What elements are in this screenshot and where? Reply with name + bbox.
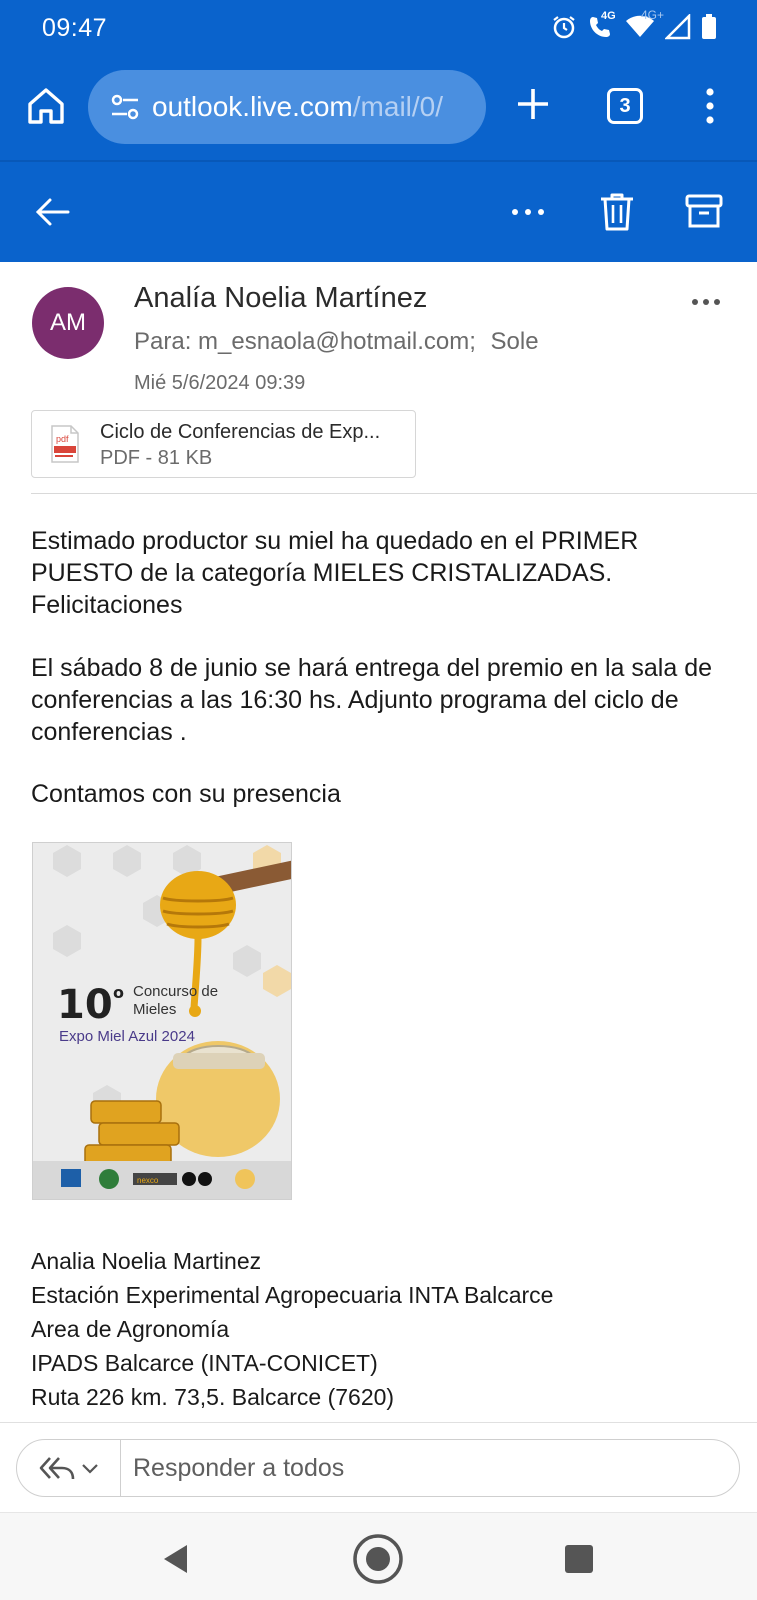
alarm-icon bbox=[551, 14, 577, 40]
plus-icon bbox=[518, 89, 548, 119]
signature-line: Analia Noelia Martinez bbox=[31, 1248, 262, 1274]
network-label-4g: 4G bbox=[601, 10, 616, 22]
trash-icon bbox=[601, 193, 633, 231]
body-paragraph-3: Contamos con su presencia bbox=[31, 780, 341, 808]
status-time: 09:47 bbox=[42, 14, 108, 42]
attachment-card[interactable]: pdf Ciclo de Conferencias de Exp... PDF … bbox=[31, 410, 416, 478]
back-button[interactable] bbox=[28, 188, 76, 236]
attachment-meta: PDF - 81 KB bbox=[100, 447, 213, 469]
poster-number: 10 bbox=[57, 982, 113, 1028]
attachment-name: Ciclo de Conferencias de Exp... bbox=[100, 421, 381, 443]
svg-text:pdf: pdf bbox=[56, 434, 69, 444]
status-icons: 4G 4G+ bbox=[551, 8, 717, 40]
home-button[interactable] bbox=[24, 84, 68, 128]
archive-icon bbox=[685, 194, 723, 228]
reply-bar bbox=[0, 1422, 757, 1512]
poster-line-2: Mieles bbox=[133, 1001, 176, 1018]
square-recents-icon bbox=[565, 1545, 593, 1573]
recipients[interactable]: Para: m_esnaola@hotmail.com; Sole bbox=[134, 328, 539, 356]
home-icon bbox=[28, 88, 64, 124]
arrow-left-icon bbox=[35, 198, 70, 226]
message-more-button[interactable] bbox=[688, 287, 724, 317]
poster-line-1: Concurso de bbox=[133, 983, 218, 1000]
sender-name[interactable]: Analía Noelia Martínez bbox=[134, 282, 427, 315]
body-paragraph-2: El sábado 8 de junio se hará entrega del… bbox=[31, 654, 713, 746]
mail-toolbar bbox=[0, 162, 757, 262]
signature-line: Area de Agronomía bbox=[31, 1316, 230, 1342]
message-date: Mié 5/6/2024 09:39 bbox=[134, 372, 306, 394]
url-path: /mail/0/ bbox=[352, 91, 444, 122]
archive-button[interactable] bbox=[680, 188, 728, 236]
system-navigation-bar bbox=[0, 1512, 757, 1600]
more-vertical-icon bbox=[706, 88, 714, 124]
email-signature: Analia Noelia Martinez Estación Experime… bbox=[31, 1244, 553, 1414]
status-bar: 09:47 4G 4G+ bbox=[0, 0, 757, 58]
wifi-calling-icon: 4G bbox=[587, 10, 616, 40]
contest-poster-image[interactable]: 10 o Concurso de Mieles Expo Miel Azul 2… bbox=[32, 842, 292, 1200]
triangle-back-icon bbox=[164, 1545, 187, 1573]
recipient-1: m_esnaola@hotmail.com; bbox=[198, 328, 476, 355]
battery-icon bbox=[701, 14, 717, 40]
reply-all-icon bbox=[39, 1457, 74, 1480]
url-text: outlook.live.com/mail/0/ bbox=[152, 91, 443, 123]
browser-address-bar: outlook.live.com/mail/0/ 3 bbox=[0, 58, 757, 160]
poster-artwork: 10 o Concurso de Mieles Expo Miel Azul 2… bbox=[33, 843, 291, 1199]
tab-count: 3 bbox=[619, 94, 631, 117]
avatar-initials: AM bbox=[50, 309, 86, 336]
network-label-4g-plus: 4G+ bbox=[641, 8, 665, 22]
chevron-down-icon bbox=[81, 1464, 98, 1474]
reply-mode-selector[interactable] bbox=[17, 1440, 121, 1496]
poster-line-3: Expo Miel Azul 2024 bbox=[59, 1028, 195, 1045]
poster-logo-2: nexco bbox=[137, 1176, 159, 1185]
to-label: Para: bbox=[134, 328, 192, 355]
url-host: outlook.live.com bbox=[152, 91, 353, 122]
nav-recents-button[interactable] bbox=[553, 1533, 605, 1585]
recipient-2: Sole bbox=[490, 328, 539, 355]
signature-line: Estación Experimental Agropecuaria INTA … bbox=[31, 1282, 554, 1308]
reply-input[interactable] bbox=[133, 1440, 723, 1496]
nav-back-button[interactable] bbox=[150, 1533, 202, 1585]
signal-icon: 4G+ bbox=[641, 8, 691, 40]
circle-home-icon bbox=[353, 1534, 403, 1584]
delete-button[interactable] bbox=[593, 188, 641, 236]
new-tab-button[interactable] bbox=[513, 84, 553, 124]
tab-switcher-button[interactable]: 3 bbox=[607, 88, 643, 124]
more-horizontal-icon bbox=[692, 299, 720, 305]
avatar[interactable]: AM bbox=[32, 287, 104, 359]
url-field[interactable]: outlook.live.com/mail/0/ bbox=[88, 70, 486, 144]
reply-box bbox=[16, 1439, 740, 1497]
signature-line: Ruta 226 km. 73,5. Balcarce (7620) bbox=[31, 1384, 395, 1410]
browser-menu-button[interactable] bbox=[700, 86, 720, 126]
body-paragraph-1: Estimado productor su miel ha quedado en… bbox=[31, 527, 639, 619]
header-separator bbox=[31, 493, 757, 494]
more-actions-button[interactable] bbox=[504, 188, 552, 236]
signature-line: IPADS Balcarce (INTA-CONICET) bbox=[31, 1350, 378, 1376]
tune-icon[interactable] bbox=[110, 93, 140, 121]
more-horizontal-icon bbox=[512, 209, 544, 215]
poster-ordinal: o bbox=[113, 983, 124, 1002]
nav-home-button[interactable] bbox=[352, 1533, 404, 1585]
pdf-file-icon: pdf bbox=[50, 425, 80, 463]
